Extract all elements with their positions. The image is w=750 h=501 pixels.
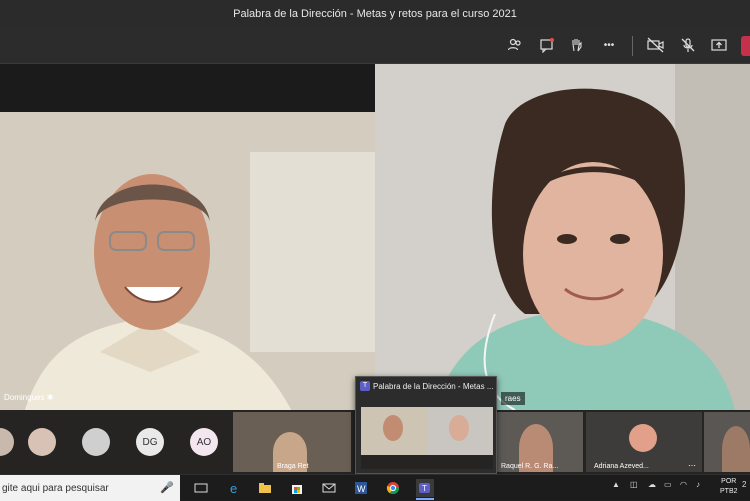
- raise-hand-icon[interactable]: [567, 35, 587, 55]
- onedrive-icon[interactable]: ☁: [648, 480, 656, 489]
- battery-icon[interactable]: ▭: [664, 480, 672, 489]
- chrome-icon[interactable]: [384, 479, 402, 497]
- taskbar-search[interactable]: gite aqui para pesquisar 🎤: [0, 475, 180, 501]
- popup-title: T Palabra de la Dirección - Metas ...: [360, 381, 494, 391]
- avatar-dg[interactable]: DG: [136, 428, 164, 456]
- teams-icon: T: [360, 381, 370, 391]
- mail-icon[interactable]: [320, 479, 338, 497]
- participant-name-left-text: Domingues: [4, 393, 45, 402]
- camera-off-icon[interactable]: [646, 35, 666, 55]
- participant-silhouette-male: [0, 112, 375, 428]
- teams-icon[interactable]: T: [416, 479, 434, 497]
- pin-icon: ✱: [46, 393, 54, 402]
- network-icon[interactable]: ◫: [630, 480, 638, 489]
- participant-name-right: raes: [501, 392, 525, 405]
- share-screen-icon[interactable]: [709, 35, 729, 55]
- search-placeholder: gite aqui para pesquisar: [2, 482, 109, 494]
- thumbnail-name: Raquel R. G. Ra...: [501, 463, 559, 470]
- clock-fragment[interactable]: 2: [742, 480, 746, 489]
- window-titlebar: Palabra de la Dirección - Metas y retos …: [0, 0, 750, 27]
- chevron-up-icon[interactable]: ▲: [612, 480, 620, 489]
- mic-off-icon[interactable]: [678, 35, 698, 55]
- more-icon[interactable]: ⋯: [688, 461, 696, 470]
- participant-thumbnail[interactable]: Adriana Azeved... ⋯: [586, 412, 702, 472]
- avatar-initials: AO: [196, 436, 212, 448]
- meeting-toolbar: •••: [0, 27, 750, 64]
- toolbar-separator: [632, 36, 633, 56]
- popup-preview[interactable]: [361, 407, 493, 469]
- input-language[interactable]: POR PTB2: [720, 477, 738, 497]
- participants-icon[interactable]: [505, 35, 525, 55]
- avatar[interactable]: [0, 428, 14, 456]
- taskbar-preview-popup[interactable]: T Palabra de la Dirección - Metas ...: [355, 376, 497, 474]
- avatar[interactable]: [82, 428, 110, 456]
- avatar: [629, 424, 657, 452]
- participant-thumbnail[interactable]: [704, 412, 750, 472]
- avatar-initials: DG: [142, 436, 158, 448]
- volume-icon[interactable]: ♪: [696, 480, 700, 489]
- thumbnail-name: Braga Ret: [277, 463, 309, 470]
- word-icon[interactable]: W: [352, 479, 370, 497]
- participant-thumbnail[interactable]: Raquel R. G. Ra...: [497, 412, 583, 472]
- svg-text:e: e: [230, 481, 237, 495]
- avatar[interactable]: [28, 428, 56, 456]
- avatar-ao[interactable]: AO: [190, 428, 218, 456]
- video-stage: raes Domingues ✱: [0, 64, 750, 428]
- participant-name-left: Domingues ✱: [0, 391, 57, 404]
- participant-video-right: raes: [375, 64, 750, 410]
- edge-icon[interactable]: e: [226, 479, 244, 497]
- windows-taskbar: gite aqui para pesquisar 🎤 e W T ▲ ◫ ☁ ▭…: [0, 474, 750, 501]
- svg-text:T: T: [422, 484, 427, 493]
- wifi-icon[interactable]: ◠: [680, 480, 687, 489]
- chat-icon[interactable]: [537, 35, 557, 55]
- participant-video-left: [0, 112, 375, 428]
- participant-thumbnail[interactable]: Braga Ret: [233, 412, 351, 472]
- svg-text:W: W: [357, 484, 366, 494]
- microphone-icon[interactable]: 🎤: [160, 481, 174, 494]
- participant-silhouette-female: [375, 64, 750, 410]
- file-explorer-icon[interactable]: [256, 479, 274, 497]
- thumbnail-name: Adriana Azeved...: [594, 463, 649, 470]
- store-icon[interactable]: [288, 479, 306, 497]
- task-view-icon[interactable]: [192, 479, 210, 497]
- window-title: Palabra de la Dirección - Metas y retos …: [233, 7, 517, 20]
- leave-button[interactable]: [741, 36, 750, 56]
- more-options-icon[interactable]: •••: [599, 35, 619, 55]
